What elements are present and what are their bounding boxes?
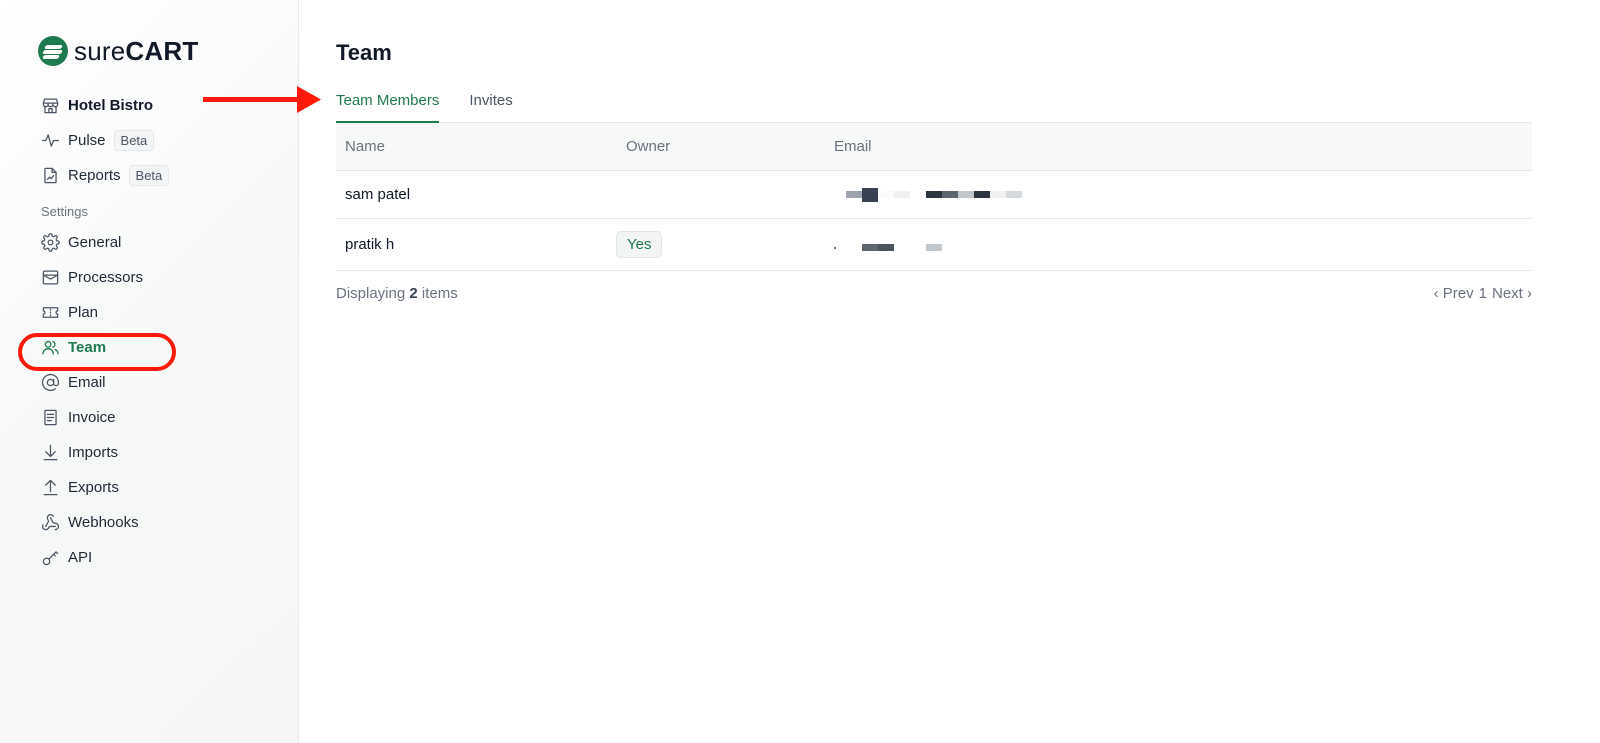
- store-icon: [40, 96, 60, 116]
- sidebar-item-label: Email: [68, 374, 106, 391]
- invoice-icon: [40, 408, 60, 428]
- current-page: 1: [1478, 285, 1487, 302]
- member-name: pratik h: [345, 236, 395, 253]
- tab-invites[interactable]: Invites: [469, 80, 512, 123]
- next-page-button[interactable]: Next ›: [1492, 285, 1532, 302]
- sidebar-item-store[interactable]: Hotel Bistro: [0, 88, 299, 123]
- pulse-icon: [40, 131, 60, 151]
- tabs: Team Members Invites: [336, 80, 1532, 123]
- settings-section-label: Settings: [41, 204, 88, 219]
- upload-icon: [40, 478, 60, 498]
- column-header-name: Name: [345, 138, 386, 155]
- sidebar-item-label: Invoice: [68, 409, 116, 426]
- sidebar-nav: Hotel Bistro Pulse Beta Reports Beta Set…: [0, 88, 299, 575]
- sidebar-item-label: Reports: [68, 167, 121, 184]
- table-footer: Displaying 2 items ‹ Prev 1 Next ›: [336, 285, 1532, 302]
- prev-page-button[interactable]: ‹ Prev: [1434, 285, 1474, 302]
- logo-wordmark: sureCART: [74, 36, 199, 66]
- email-cell-redacted: [834, 187, 1532, 202]
- item-count-value: 2: [409, 285, 418, 302]
- sidebar-item-label: API: [68, 549, 93, 566]
- member-name: sam patel: [345, 186, 411, 203]
- sidebar-item-label: Plan: [68, 304, 99, 321]
- page-title: Team: [336, 40, 392, 65]
- pagination: ‹ Prev 1 Next ›: [1434, 285, 1532, 302]
- column-header-owner: Owner: [626, 138, 671, 155]
- sidebar-item-team[interactable]: Team: [0, 330, 299, 365]
- sidebar-item-imports[interactable]: Imports: [0, 435, 299, 470]
- table-row[interactable]: pratik h Yes: [336, 219, 1532, 271]
- sidebar-item-plan[interactable]: Plan: [0, 295, 299, 330]
- team-table: Name Owner Email sam patel pratik h Yes: [336, 123, 1532, 271]
- column-header-email: Email: [834, 138, 872, 155]
- sidebar-item-label: General: [68, 234, 122, 251]
- tab-team-members[interactable]: Team Members: [336, 80, 440, 123]
- sidebar-item-pulse[interactable]: Pulse Beta: [0, 123, 299, 158]
- email-cell-redacted: [834, 235, 1532, 255]
- table-header: Name Owner Email: [336, 123, 1532, 171]
- beta-badge: Beta: [113, 130, 155, 151]
- sidebar-item-email[interactable]: Email: [0, 365, 299, 400]
- processors-icon: [40, 268, 60, 288]
- key-icon: [40, 548, 60, 568]
- sidebar-item-exports[interactable]: Exports: [0, 470, 299, 505]
- gear-icon: [40, 233, 60, 253]
- owner-badge: Yes: [616, 231, 663, 258]
- beta-badge: Beta: [128, 165, 170, 186]
- sidebar-item-label: Webhooks: [68, 514, 139, 531]
- at-icon: [40, 373, 60, 393]
- owner-cell: Yes: [616, 231, 834, 258]
- ticket-icon: [40, 303, 60, 323]
- sidebar-item-invoice[interactable]: Invoice: [0, 400, 299, 435]
- redacted-email: [846, 187, 1532, 202]
- sidebar-item-reports[interactable]: Reports Beta: [0, 158, 299, 193]
- sidebar-item-api[interactable]: API: [0, 540, 299, 575]
- surecart-logo[interactable]: sureCART: [38, 36, 198, 66]
- logo-icon: [38, 36, 68, 66]
- users-icon: [40, 338, 60, 358]
- download-icon: [40, 443, 60, 463]
- webhook-icon: [40, 513, 60, 533]
- sidebar: sureCART Hotel Bistro Pulse Beta Reports…: [0, 0, 299, 743]
- sidebar-item-processors[interactable]: Processors: [0, 260, 299, 295]
- item-count: Displaying 2 items: [336, 285, 458, 302]
- report-icon: [40, 166, 60, 186]
- sidebar-item-general[interactable]: General: [0, 225, 299, 260]
- sidebar-item-label: Pulse: [68, 132, 106, 149]
- sidebar-item-webhooks[interactable]: Webhooks: [0, 505, 299, 540]
- redacted-email: [834, 241, 1532, 255]
- table-row[interactable]: sam patel: [336, 171, 1532, 219]
- sidebar-item-label: Processors: [68, 269, 144, 286]
- sidebar-item-label: Team: [68, 339, 107, 356]
- sidebar-item-label: Hotel Bistro: [68, 97, 154, 114]
- sidebar-item-label: Exports: [68, 479, 119, 496]
- sidebar-item-label: Imports: [68, 444, 119, 461]
